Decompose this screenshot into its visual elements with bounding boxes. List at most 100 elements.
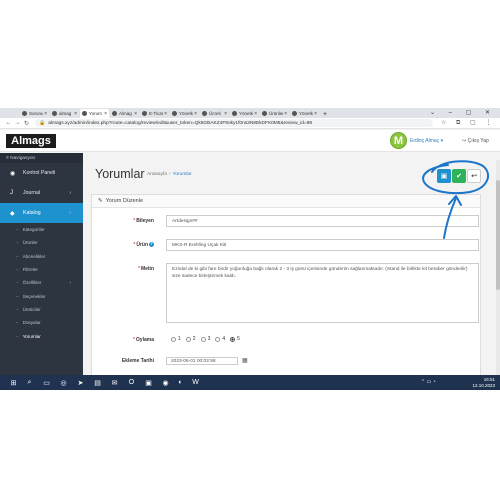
breadcrumb-home[interactable]: Anasayfa (147, 172, 167, 177)
review-text-area[interactable]: Ezirdal de ki gibi fare birdir yoğunluğa… (166, 263, 479, 323)
rating-radio-group: 1 2 3 4 5 (166, 336, 240, 342)
sidebar-subitem-options[interactable]: – Seçenekler (0, 289, 83, 302)
close-icon[interactable]: × (104, 111, 107, 117)
favicon-icon (262, 111, 267, 116)
menu-icon: ≡ (6, 155, 9, 161)
reload-icon[interactable]: ↻ (22, 120, 31, 127)
close-icon[interactable]: × (284, 111, 287, 117)
browser-tab[interactable]: Ücreti × (200, 109, 229, 118)
sidebar-item-journal[interactable]: J Journal › (0, 183, 83, 203)
clock[interactable]: 16:51 12.10.2023 (472, 377, 495, 388)
browser-tab[interactable]: Yönetk × (170, 109, 199, 118)
browser-tab[interactable]: E-Ticar × (140, 109, 169, 118)
save-and-close-button[interactable]: ✔ (452, 169, 466, 183)
logout-link[interactable]: ↪ Çıkış Yap (462, 138, 489, 144)
user-menu[interactable]: Erdinç Almaç ▾ (410, 138, 443, 144)
photos-icon[interactable]: ▣ (144, 378, 153, 387)
favicon-icon (22, 111, 27, 116)
rating-radio-5[interactable] (230, 336, 236, 342)
floppy-icon: ▣ (440, 173, 448, 180)
favicon-icon (172, 111, 177, 116)
avatar[interactable]: M (390, 132, 407, 149)
back-button[interactable]: ↩ (467, 169, 481, 183)
favicon-icon (142, 111, 147, 116)
opera-icon[interactable]: O (127, 378, 136, 387)
sidebar-subitem-downloads[interactable]: – Dosyalar (0, 316, 83, 329)
close-icon[interactable]: × (314, 111, 317, 117)
check-icon: ✔ (456, 173, 462, 180)
forward-arrow-icon[interactable]: → (13, 120, 22, 126)
store-icon[interactable]: ▤ (93, 378, 102, 387)
date-added-input[interactable]: 2023-06-01 00:02:58 (166, 357, 238, 365)
address-bar: ← → ↻ 🔒 almags.xyz/admin/index.php?route… (0, 118, 500, 129)
telegram-icon[interactable]: ➤ (76, 378, 85, 387)
sidebar-subitem-filters[interactable]: – Filtreler (0, 263, 83, 276)
browser-tab-active[interactable]: Yorum × (80, 109, 109, 118)
close-icon[interactable]: × (224, 111, 227, 117)
os-taskbar: ⊞ ⌕ ▭ ◎ ➤ ▤ ✉ O ▣ ◉ ◐ W ⌃ ▭ ◔ 16:51 12.1… (0, 375, 500, 390)
pencil-icon: ✎ (98, 198, 103, 204)
sidebar-subitem-reviews[interactable]: – Yorumlar (0, 329, 83, 342)
close-icon[interactable]: × (254, 111, 257, 117)
new-tab-icon[interactable]: + (320, 111, 330, 118)
browser-toolbar-icons[interactable]: ☆ ⧉ ▢ ⋮ (441, 119, 495, 127)
rating-radio-1[interactable] (171, 336, 176, 342)
page-scrollbar[interactable] (496, 160, 500, 390)
sidebar: ≡ Navigasyon ◉ Kontrol Paneli J Journal … (0, 153, 83, 390)
favicon-icon (292, 111, 297, 116)
chrome-icon[interactable]: ◉ (161, 378, 170, 387)
url-field[interactable]: 🔒 almags.xyz/admin/index.php?route=catal… (35, 119, 433, 127)
logo[interactable]: Almags (6, 134, 56, 148)
word-icon[interactable]: W (191, 378, 200, 387)
back-arrow-icon[interactable]: ← (4, 120, 13, 126)
rating-radio-4[interactable] (215, 336, 221, 342)
edge-icon[interactable]: ◐ (176, 378, 185, 387)
author-input[interactable]: Artdesign## (166, 215, 479, 227)
breadcrumb-current[interactable]: Yorumlar (173, 172, 192, 177)
author-label: *Bileyen (133, 218, 154, 224)
window-controls[interactable]: ⌄ – ▢ ✕ (430, 109, 496, 116)
scrollbar-thumb[interactable] (496, 180, 500, 290)
chevron-right-icon: › (69, 190, 71, 196)
browser-tab[interactable]: Yönetk × (230, 109, 259, 118)
screen: Sorunu × almag × Yorum × Almag × E-Ticar × Yö… (0, 108, 500, 390)
sidebar-subitem-products[interactable]: – Ürünler (0, 236, 83, 249)
favicon-icon (232, 111, 237, 116)
close-icon[interactable]: × (134, 111, 137, 117)
close-icon[interactable]: × (74, 111, 77, 117)
favicon-icon (112, 111, 117, 116)
sidebar-subitem-categories[interactable]: – Kategoriler (0, 223, 83, 236)
search-icon[interactable]: ⌕ (25, 378, 34, 387)
chevron-right-icon: › (69, 280, 71, 286)
file-explorer-icon[interactable]: ▭ (42, 378, 51, 387)
browser-tab[interactable]: Yönetk × (290, 109, 319, 118)
close-icon[interactable]: × (194, 111, 197, 117)
sidebar-item-catalog[interactable]: ◆ Katalog › (0, 203, 83, 223)
browser-tab[interactable]: almag × (50, 109, 79, 118)
rating-radio-2[interactable] (185, 336, 191, 342)
close-icon[interactable]: × (44, 111, 47, 117)
page-header: Yorumlar Anasayfa › Yorumlar ▣ ✔ ↩ (83, 153, 500, 189)
sidebar-subitem-subscriptions[interactable]: – Abonelikler (0, 250, 83, 263)
browser-tab[interactable]: Ürünler × (260, 109, 289, 118)
sidebar-item-dashboard[interactable]: ◉ Kontrol Paneli (0, 163, 83, 183)
system-tray-icons[interactable]: ⌃ ▭ ◔ (421, 379, 436, 385)
rating-radio-3[interactable] (200, 336, 206, 342)
dashboard-icon: ◉ (10, 170, 16, 177)
breadcrumb: Anasayfa › Yorumlar (147, 172, 192, 177)
whatsapp-icon[interactable]: ◎ (59, 378, 68, 387)
tag-icon: ◆ (10, 210, 15, 217)
windows-start-icon[interactable]: ⊞ (9, 378, 18, 387)
browser-tab[interactable]: Almag × (110, 109, 139, 118)
favicon-icon (82, 111, 87, 116)
url-text: almags.xyz/admin/index.php?route=catalog… (48, 120, 313, 126)
product-input[interactable]: MKS-R Ereltling Uçak Kiti (166, 239, 479, 251)
calendar-icon[interactable]: ▦ (242, 357, 248, 364)
page-title: Yorumlar (95, 167, 145, 181)
save-button[interactable]: ▣ (437, 169, 451, 183)
sidebar-subitem-manufacturers[interactable]: – Üreticiler (0, 303, 83, 316)
sidebar-subitem-attributes[interactable]: – Özellikler › (0, 276, 83, 289)
browser-tab[interactable]: Sorunu × (20, 109, 49, 118)
close-icon[interactable]: × (164, 111, 167, 117)
app-icon[interactable]: ✉ (110, 378, 119, 387)
